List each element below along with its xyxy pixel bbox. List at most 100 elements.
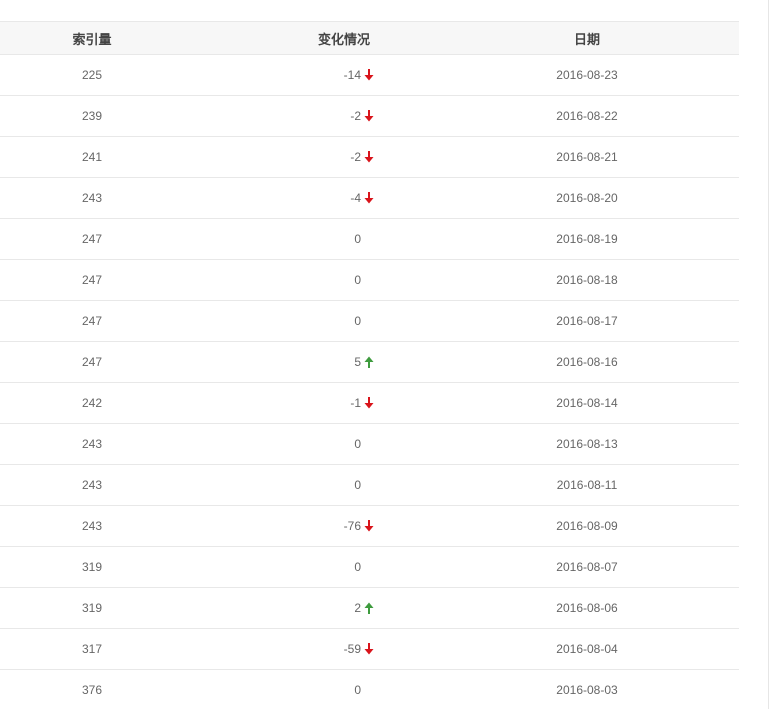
change-value: 0 (354, 560, 361, 574)
change-cell: -2 (184, 96, 548, 136)
date-value: 2016-08-20 (556, 191, 618, 205)
date-value: 2016-08-17 (556, 314, 618, 328)
change-cell: -2 (184, 137, 548, 177)
date-value: 2016-08-23 (556, 68, 618, 82)
table-header: 索引量 变化情况 日期 (0, 21, 739, 55)
change-wrapper: 5 (354, 342, 374, 382)
change-value: 0 (354, 273, 361, 287)
date-value: 2016-08-16 (556, 355, 618, 369)
change-wrapper: -2 (350, 137, 374, 177)
arrow-spacer (364, 561, 374, 573)
table-row: 247 5 2016-08-16 (0, 342, 739, 383)
change-wrapper: 2 (354, 588, 374, 628)
change-wrapper: -1 (350, 383, 374, 423)
change-value: 5 (354, 355, 361, 369)
table-row: 243 0 2016-08-13 (0, 424, 739, 465)
table-row: 247 0 2016-08-19 (0, 219, 739, 260)
arrow-up-icon (364, 356, 374, 368)
change-cell: 0 (184, 547, 548, 587)
index-value: 247 (81, 273, 103, 287)
table-row: 241 -2 2016-08-21 (0, 137, 739, 178)
table-row: 243 -4 2016-08-20 (0, 178, 739, 219)
date-value: 2016-08-03 (556, 683, 618, 697)
table-row: 319 0 2016-08-07 (0, 547, 739, 588)
index-value: 247 (81, 232, 103, 246)
index-value: 243 (81, 519, 103, 533)
change-cell: -59 (184, 629, 548, 669)
index-value: 225 (81, 68, 103, 82)
change-value: -14 (343, 68, 361, 82)
table-row: 243 0 2016-08-11 (0, 465, 739, 506)
change-wrapper: -4 (350, 178, 374, 218)
change-cell: 0 (184, 424, 548, 464)
table-row: 239 -2 2016-08-22 (0, 96, 739, 137)
table-row: 243 -76 2016-08-09 (0, 506, 739, 547)
change-wrapper: 0 (354, 670, 374, 709)
index-value: 247 (81, 355, 103, 369)
index-value: 319 (81, 601, 103, 615)
change-cell: 0 (184, 670, 548, 709)
index-table: 索引量 变化情况 日期 225 -14 2016-08-23 239 -2 2016-08… (0, 21, 739, 709)
index-value: 243 (81, 437, 103, 451)
date-value: 2016-08-22 (556, 109, 618, 123)
index-value: 243 (81, 478, 103, 492)
change-value: 0 (354, 437, 361, 451)
date-value: 2016-08-19 (556, 232, 618, 246)
change-cell: -4 (184, 178, 548, 218)
arrow-spacer (364, 438, 374, 450)
change-value: 0 (354, 478, 361, 492)
change-wrapper: 0 (354, 424, 374, 464)
change-value: -2 (350, 150, 361, 164)
date-value: 2016-08-07 (556, 560, 618, 574)
change-value: -4 (350, 191, 361, 205)
index-value: 243 (81, 191, 103, 205)
arrow-up-icon (364, 602, 374, 614)
date-value: 2016-08-18 (556, 273, 618, 287)
change-value: 2 (354, 601, 361, 615)
arrow-down-icon (364, 192, 374, 204)
change-cell: 2 (184, 588, 548, 628)
change-cell: 0 (184, 301, 548, 341)
arrow-down-icon (364, 643, 374, 655)
change-value: -1 (350, 396, 361, 410)
change-cell: 5 (184, 342, 548, 382)
date-value: 2016-08-14 (556, 396, 618, 410)
arrow-spacer (364, 233, 374, 245)
change-cell: 0 (184, 465, 548, 505)
table-row: 242 -1 2016-08-14 (0, 383, 739, 424)
table-row: 247 0 2016-08-18 (0, 260, 739, 301)
arrow-spacer (364, 274, 374, 286)
change-wrapper: -14 (344, 55, 374, 95)
header-index: 索引量 (72, 31, 112, 47)
table-row: 247 0 2016-08-17 (0, 301, 739, 342)
change-value: 0 (354, 232, 361, 246)
header-date: 日期 (573, 31, 600, 47)
page-right-border (768, 0, 777, 709)
date-value: 2016-08-13 (556, 437, 618, 451)
change-cell: 0 (184, 219, 548, 259)
arrow-spacer (364, 479, 374, 491)
arrow-down-icon (364, 520, 374, 532)
index-value: 241 (81, 150, 103, 164)
change-value: -76 (343, 519, 361, 533)
index-value: 247 (81, 314, 103, 328)
change-wrapper: -76 (344, 506, 374, 546)
change-wrapper: 0 (354, 465, 374, 505)
change-wrapper: -59 (344, 629, 374, 669)
change-wrapper: 0 (354, 301, 374, 341)
date-value: 2016-08-11 (556, 478, 618, 492)
table-row: 317 -59 2016-08-04 (0, 629, 739, 670)
arrow-down-icon (364, 397, 374, 409)
table-row: 225 -14 2016-08-23 (0, 55, 739, 96)
index-value: 242 (81, 396, 103, 410)
table-body: 225 -14 2016-08-23 239 -2 2016-08-22 241 -2 2016… (0, 55, 739, 709)
page: 索引量 变化情况 日期 225 -14 2016-08-23 239 -2 2016-08… (0, 0, 777, 709)
change-wrapper: 0 (354, 260, 374, 300)
arrow-down-icon (364, 110, 374, 122)
arrow-spacer (364, 684, 374, 696)
arrow-down-icon (364, 151, 374, 163)
date-value: 2016-08-06 (556, 601, 618, 615)
date-value: 2016-08-09 (556, 519, 618, 533)
change-cell: -1 (184, 383, 548, 423)
change-value: -2 (350, 109, 361, 123)
